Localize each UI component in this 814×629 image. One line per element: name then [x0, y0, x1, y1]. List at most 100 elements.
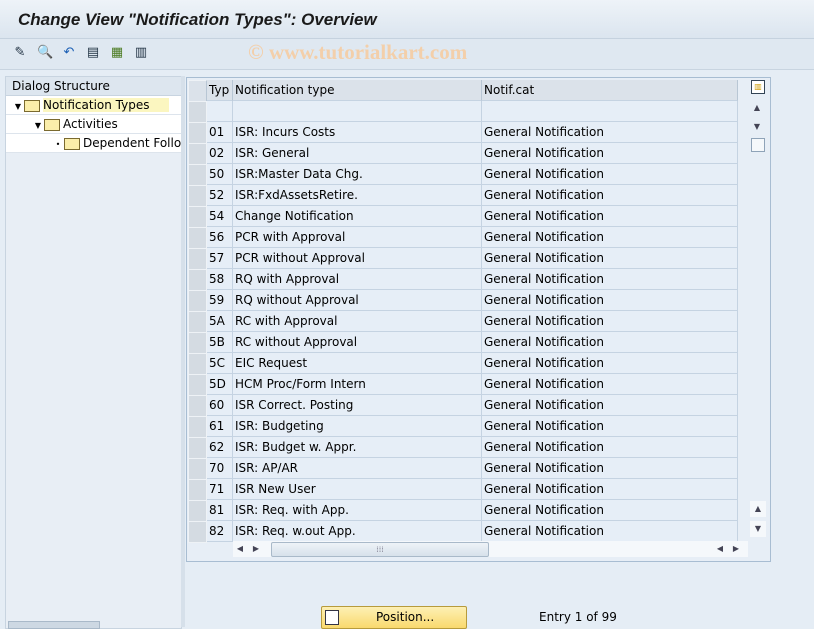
cell-notif-cat[interactable]: General Notification [482, 458, 738, 479]
cell-typ[interactable]: 02 [207, 143, 233, 164]
cell-notification-type[interactable]: ISR: AP/AR [233, 458, 482, 479]
cell-notification-type[interactable]: ISR:FxdAssetsRetire. [233, 185, 482, 206]
cell-notification-type[interactable]: RC without Approval [233, 332, 482, 353]
row-selector[interactable] [188, 479, 207, 501]
cell-notification-type[interactable]: RQ with Approval [233, 269, 482, 290]
cell-typ[interactable]: 81 [207, 500, 233, 521]
cell-notif-cat[interactable]: General Notification [482, 122, 738, 143]
row-selector[interactable] [188, 185, 207, 207]
cell-notif-cat[interactable]: General Notification [482, 311, 738, 332]
tree-node-notification-types[interactable]: ▼ Notification Types [6, 96, 181, 115]
scroll-left-icon[interactable]: ◀ [233, 541, 247, 557]
cell-typ[interactable]: 50 [207, 164, 233, 185]
display-change-icon[interactable]: 🔍 [37, 45, 53, 61]
position-button[interactable]: Position... [321, 606, 467, 629]
row-selector[interactable] [188, 269, 207, 291]
horizontal-scrollbar[interactable]: ◀ ▶ ⁞⁞⁞ ◀ ▶ [233, 541, 748, 557]
row-selector[interactable] [188, 122, 207, 144]
cell-notif-cat[interactable]: General Notification [482, 269, 738, 290]
horizontal-scroll-thumb[interactable]: ⁞⁞⁞ [271, 542, 489, 557]
scroll-down-icon[interactable]: ▼ [749, 119, 765, 135]
cell-notif-cat[interactable]: General Notification [482, 374, 738, 395]
vertical-scrollbar[interactable]: ▥ ▲ ▼ [749, 80, 767, 155]
cell-notification-type[interactable]: ISR: General [233, 143, 482, 164]
row-selector[interactable] [188, 416, 207, 438]
cell-typ[interactable]: 5C [207, 353, 233, 374]
scroll-up-bottom-icon[interactable]: ▲ [750, 501, 766, 517]
scroll-left-end-icon[interactable]: ◀ [713, 541, 727, 557]
scroll-down-bottom-icon[interactable]: ▼ [750, 521, 766, 537]
cell-typ[interactable]: 62 [207, 437, 233, 458]
tree-node-dependent-followups[interactable]: •Dependent Follow-ups [6, 134, 181, 153]
row-selector[interactable] [188, 395, 207, 417]
cell-notification-type[interactable]: Change Notification [233, 206, 482, 227]
cell-notif-cat[interactable]: General Notification [482, 332, 738, 353]
cell-notif-cat[interactable]: General Notification [482, 248, 738, 269]
cell-notification-type[interactable]: ISR: Budget w. Appr. [233, 437, 482, 458]
cell-notification-type[interactable]: RC with Approval [233, 311, 482, 332]
cell-notif-cat[interactable]: General Notification [482, 416, 738, 437]
cell-notification-type[interactable]: EIC Request [233, 353, 482, 374]
cell-typ[interactable]: 01 [207, 122, 233, 143]
row-selector[interactable] [188, 227, 207, 249]
row-selector[interactable] [188, 164, 207, 186]
cell-notification-type[interactable]: RQ without Approval [233, 290, 482, 311]
row-selector[interactable] [188, 290, 207, 312]
cell-typ[interactable]: 5B [207, 332, 233, 353]
cell-notif-cat[interactable]: General Notification [482, 143, 738, 164]
cell-notif-cat[interactable]: General Notification [482, 206, 738, 227]
cell-notif-cat[interactable]: General Notification [482, 521, 738, 542]
row-selector[interactable] [188, 437, 207, 459]
cell-typ[interactable]: 54 [207, 206, 233, 227]
cell-typ[interactable]: 52 [207, 185, 233, 206]
column-header-typ[interactable]: Typ [207, 80, 233, 101]
column-header-notif-cat[interactable]: Notif.cat [482, 80, 738, 101]
row-selector[interactable] [188, 500, 207, 522]
column-header-notification-type[interactable]: Notification type [233, 80, 482, 101]
cell-typ[interactable]: 71 [207, 479, 233, 500]
expand-triangle-icon[interactable]: ▼ [32, 117, 44, 133]
expand-triangle-icon[interactable]: ▼ [12, 98, 24, 114]
cell-notification-type[interactable]: ISR: Incurs Costs [233, 122, 482, 143]
scroll-right-end-icon[interactable]: ▶ [729, 541, 743, 557]
cell-notification-type[interactable]: ISR Correct. Posting [233, 395, 482, 416]
cell-notif-cat[interactable]: General Notification [482, 437, 738, 458]
cell-notification-type[interactable]: ISR: Req. with App. [233, 500, 482, 521]
cell-notif-cat[interactable]: General Notification [482, 185, 738, 206]
cell-notification-type[interactable]: HCM Proc/Form Intern [233, 374, 482, 395]
row-selector[interactable] [188, 101, 207, 123]
cell-notif-cat[interactable]: General Notification [482, 500, 738, 521]
cell-typ[interactable]: 58 [207, 269, 233, 290]
cell-notif-cat[interactable]: General Notification [482, 227, 738, 248]
cell-typ[interactable]: 82 [207, 521, 233, 542]
select-all-icon[interactable]: ▤ [85, 45, 101, 61]
cell-notification-type[interactable]: ISR:Master Data Chg. [233, 164, 482, 185]
scroll-up-icon[interactable]: ▲ [749, 100, 765, 116]
edit-icon[interactable]: ✎ [12, 45, 28, 61]
row-selector[interactable] [188, 374, 207, 396]
cell-typ[interactable]: 70 [207, 458, 233, 479]
row-selector[interactable] [188, 353, 207, 375]
select-block-icon[interactable]: ▦ [109, 45, 125, 61]
tree-horizontal-scrollbar[interactable] [8, 621, 100, 629]
select-all-rows-button[interactable] [188, 80, 207, 102]
cell-notif-cat[interactable]: General Notification [482, 395, 738, 416]
column-settings-icon[interactable]: ▥ [751, 80, 765, 94]
cell-typ[interactable]: 61 [207, 416, 233, 437]
cell-typ[interactable]: 5D [207, 374, 233, 395]
cell-notification-type[interactable]: PCR without Approval [233, 248, 482, 269]
cell-typ[interactable]: 60 [207, 395, 233, 416]
cell-notification-type[interactable]: PCR with Approval [233, 227, 482, 248]
panel-splitter[interactable] [181, 76, 185, 627]
row-selector[interactable] [188, 248, 207, 270]
cell-notification-type[interactable]: ISR: Budgeting [233, 416, 482, 437]
cell-notification-type[interactable]: ISR: Req. w.out App. [233, 521, 482, 542]
cell-notif-cat[interactable]: General Notification [482, 290, 738, 311]
undo-icon[interactable]: ↶ [61, 45, 77, 61]
cell-typ[interactable]: 5A [207, 311, 233, 332]
row-selector[interactable] [188, 311, 207, 333]
row-selector[interactable] [188, 143, 207, 165]
cell-notif-cat[interactable]: General Notification [482, 353, 738, 374]
deselect-all-icon[interactable]: ▥ [133, 45, 149, 61]
cell-notif-cat[interactable]: General Notification [482, 479, 738, 500]
